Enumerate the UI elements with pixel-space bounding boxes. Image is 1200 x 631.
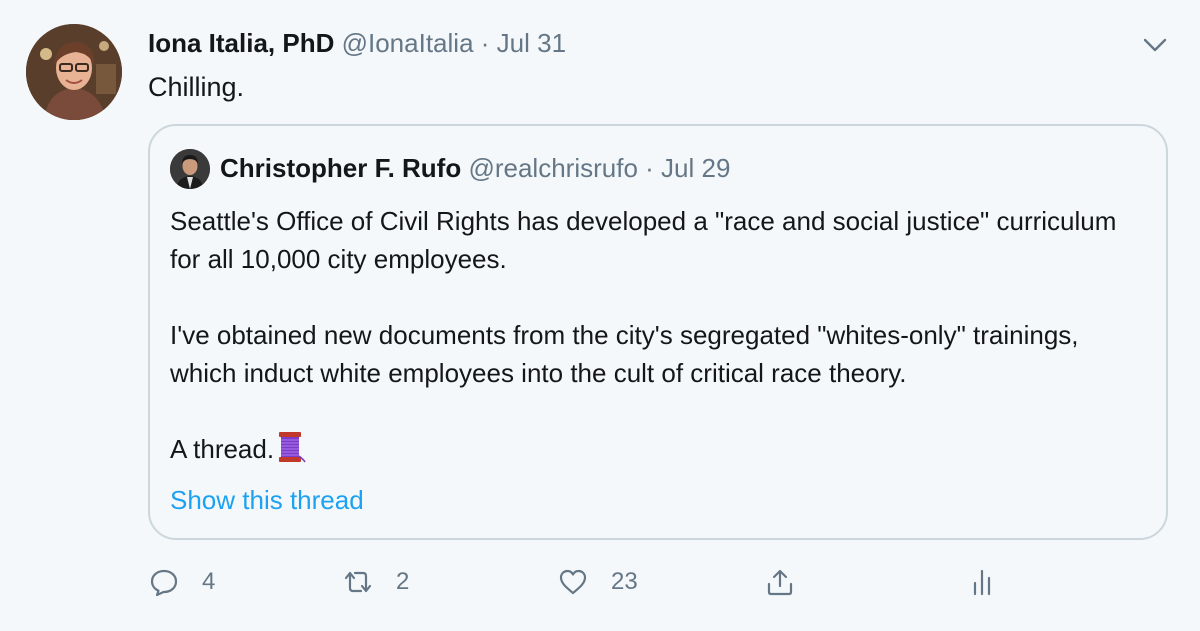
quoted-author-name[interactable]: Christopher F. Rufo bbox=[220, 153, 461, 183]
author-avatar-image bbox=[26, 24, 122, 120]
tweet-date[interactable]: Jul 31 bbox=[497, 28, 566, 58]
like-button[interactable]: 23 bbox=[557, 562, 638, 602]
author-name[interactable]: Iona Italia, PhD bbox=[148, 28, 334, 58]
quoted-paragraph-1: Seattle's Office of Civil Rights has dev… bbox=[170, 206, 1117, 274]
analytics-icon bbox=[973, 569, 991, 596]
author-handle[interactable]: @IonaItalia bbox=[342, 28, 474, 58]
retweet-count: 2 bbox=[396, 568, 410, 595]
reply-icon bbox=[150, 569, 178, 597]
retweet-button[interactable]: 2 bbox=[342, 562, 409, 602]
tweet-actions: 4 2 23 bbox=[148, 562, 1168, 602]
retweet-icon bbox=[344, 571, 372, 593]
analytics-button[interactable] bbox=[966, 562, 998, 602]
spool-of-thread-icon bbox=[276, 430, 306, 464]
reply-button[interactable]: 4 bbox=[148, 562, 215, 602]
chevron-down-icon[interactable] bbox=[1140, 30, 1170, 60]
heart-icon bbox=[559, 569, 587, 595]
separator-dot: · bbox=[480, 28, 490, 58]
quoted-tweet-header: Christopher F. Rufo @realchrisrufo · Jul… bbox=[220, 151, 730, 185]
quoted-paragraph-3: A thread. bbox=[170, 430, 1150, 468]
quoted-tweet-date[interactable]: Jul 29 bbox=[661, 153, 730, 183]
tweet-text: Chilling. bbox=[148, 72, 245, 102]
quoted-separator-dot: · bbox=[645, 153, 654, 183]
like-count: 23 bbox=[611, 568, 638, 595]
reply-count: 4 bbox=[202, 568, 216, 595]
quoted-tweet-body: Seattle's Office of Civil Rights has dev… bbox=[170, 202, 1150, 468]
quoted-paragraph-3-text: A thread. bbox=[170, 434, 275, 464]
share-icon bbox=[767, 569, 793, 596]
quoted-author-avatar[interactable] bbox=[170, 149, 210, 189]
tweet-header: Iona Italia, PhD @IonaItalia · Jul 31 bbox=[148, 26, 566, 60]
tweet: Iona Italia, PhD @IonaItalia · Jul 31 Ch… bbox=[0, 0, 1200, 631]
quoted-tweet[interactable]: Christopher F. Rufo @realchrisrufo · Jul… bbox=[148, 124, 1168, 540]
quoted-author-handle[interactable]: @realchrisrufo bbox=[468, 153, 637, 183]
quoted-author-avatar-image bbox=[170, 149, 210, 189]
quoted-paragraph-2: I've obtained new documents from the cit… bbox=[170, 320, 1079, 388]
author-avatar[interactable] bbox=[26, 24, 122, 120]
share-button[interactable] bbox=[764, 562, 796, 602]
show-thread-link[interactable]: Show this thread bbox=[170, 483, 364, 517]
